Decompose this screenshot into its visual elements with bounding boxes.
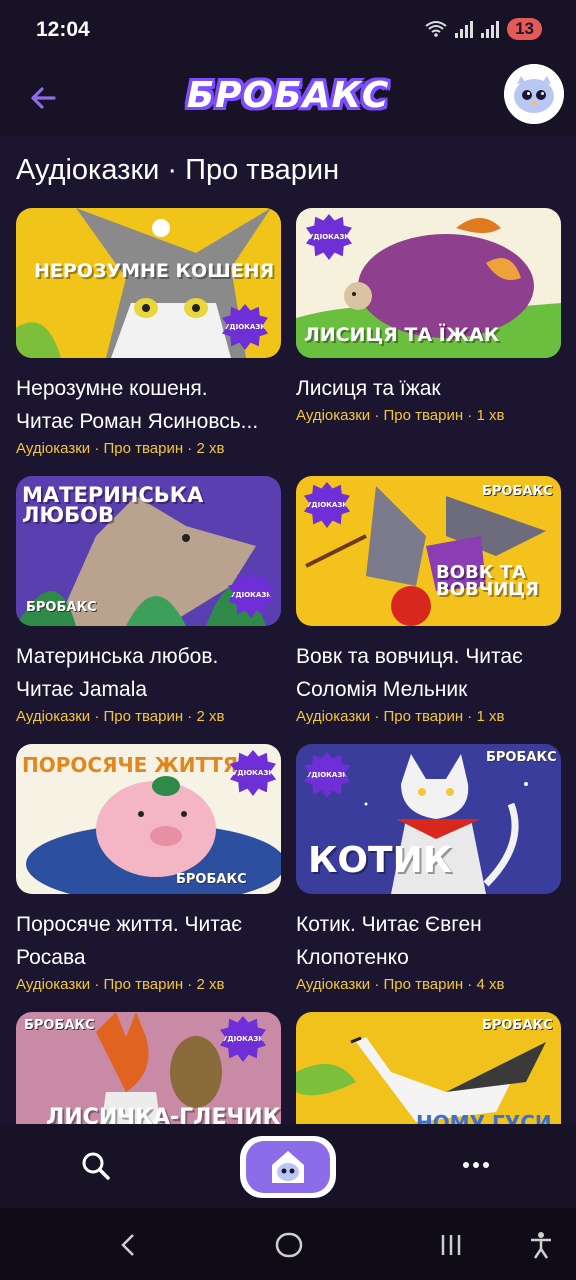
main-content[interactable]: Аудіоказки · Про тварин НЕРОЗУМНЕ КОШЕНЯ… bbox=[0, 136, 576, 1124]
story-cover[interactable]: БРОБАКС НОМУ ГУСИ bbox=[296, 1012, 561, 1124]
system-back-icon[interactable] bbox=[114, 1230, 144, 1260]
cover-title: ПОРОСЯЧЕ ЖИТТЯ bbox=[22, 753, 239, 777]
card-title-line: Читає Jamala bbox=[16, 678, 148, 701]
battery-indicator: 13 bbox=[507, 18, 542, 40]
signal-icon bbox=[455, 20, 474, 38]
more-button[interactable] bbox=[463, 1162, 489, 1168]
story-card[interactable]: БРОБАКС НОМУ ГУСИ bbox=[296, 1012, 561, 1124]
card-meta: Аудіоказки · Про тварин · 2 хв bbox=[16, 976, 225, 993]
story-card[interactable]: БРОБАКС АУДІОКАЗКА ЛИСИЧКА-ГЛЕЧИК bbox=[16, 1012, 281, 1124]
brand-mark: БРОБАКС bbox=[482, 484, 553, 499]
status-time: 12:04 bbox=[36, 18, 90, 41]
story-card[interactable]: АУДІОКАЗКА ЛИСИЦЯ ТА ЇЖАК Лисиця та їжак… bbox=[296, 208, 561, 424]
cover-title: НЕРОЗУМНЕ КОШЕНЯ bbox=[34, 260, 275, 282]
card-title-line: Вовк та вовчиця. Читає bbox=[296, 645, 523, 668]
card-title-line: Нерозумне кошеня. bbox=[16, 377, 208, 400]
search-icon bbox=[82, 1152, 110, 1180]
card-meta: Аудіоказки · Про тварин · 2 хв bbox=[16, 440, 225, 457]
card-meta: Аудіоказки · Про тварин · 2 хв bbox=[16, 708, 225, 725]
card-title: Нерозумне кошеня. Читає Роман Ясиновсь..… bbox=[16, 372, 284, 438]
system-home-icon[interactable] bbox=[274, 1230, 304, 1260]
bottom-nav bbox=[0, 1124, 576, 1208]
card-title-line: Росава bbox=[16, 946, 86, 969]
cover-title: ЛИСИЧКА-ГЛЕЧИК bbox=[46, 1105, 281, 1124]
brand-mark: БРОБАКС bbox=[24, 1018, 95, 1033]
arrow-left-icon bbox=[31, 87, 56, 109]
card-title-line: Соломія Мельник bbox=[296, 678, 468, 701]
story-cover[interactable]: БРОБАКС АУДІОКАЗКА ЛИСИЧКА-ГЛЕЧИК bbox=[16, 1012, 281, 1124]
cover-title: МАТЕРИНСЬКА ЛЮБОВ bbox=[22, 483, 204, 527]
brand-mark: БРОБАКС bbox=[26, 600, 97, 615]
story-card[interactable]: МАТЕРИНСЬКА ЛЮБОВ БРОБАКС АУДІОКАЗКА Мат… bbox=[16, 476, 281, 725]
card-title-line: Читає Роман Ясиновсь... bbox=[16, 410, 259, 433]
home-button[interactable] bbox=[240, 1136, 336, 1198]
story-cover[interactable]: МАТЕРИНСЬКА ЛЮБОВ БРОБАКС АУДІОКАЗКА bbox=[16, 476, 281, 626]
system-recents-icon[interactable] bbox=[436, 1230, 466, 1260]
status-bar: 12:04 13 bbox=[0, 0, 576, 62]
back-button[interactable] bbox=[24, 78, 64, 118]
brand-mark: БРОБАКС bbox=[482, 1018, 553, 1033]
card-title: Вовк та вовчиця. Читає Соломія Мельник bbox=[296, 640, 564, 706]
story-cover[interactable]: НЕРОЗУМНЕ КОШЕНЯ АУДІОКАЗКА bbox=[16, 208, 281, 358]
story-card[interactable]: ПОРОСЯЧЕ ЖИТТЯ АУДІОКАЗКА БРОБАКС Порося… bbox=[16, 744, 281, 993]
app-header: БРОБАКС bbox=[0, 62, 576, 136]
signal-icon-2 bbox=[481, 20, 500, 38]
home-icon-bg bbox=[246, 1141, 330, 1193]
search-button[interactable] bbox=[78, 1148, 114, 1184]
wifi-icon bbox=[425, 21, 447, 37]
story-card[interactable]: НЕРОЗУМНЕ КОШЕНЯ АУДІОКАЗКА Нерозумне ко… bbox=[16, 208, 281, 457]
cover-title: ВОВК ТА ВОВЧИЦЯ bbox=[436, 562, 539, 601]
brand-mark: БРОБАКС bbox=[486, 750, 557, 765]
accessibility-icon[interactable] bbox=[526, 1230, 556, 1260]
card-title-line: Материнська любов. bbox=[16, 645, 219, 668]
page-title: Аудіоказки · Про тварин bbox=[16, 154, 340, 186]
card-meta: Аудіоказки · Про тварин · 1 хв bbox=[296, 708, 505, 725]
card-title-line: Лисиця та їжак bbox=[296, 377, 441, 400]
card-meta: Аудіоказки · Про тварин · 4 хв bbox=[296, 976, 505, 993]
card-title-line: Котик. Читає Євген bbox=[296, 913, 482, 936]
card-title: Котик. Читає Євген Клопотенко bbox=[296, 908, 564, 974]
story-card[interactable]: АУДІОКАЗКА БРОБАКС КОТИК Котик. Читає Єв… bbox=[296, 744, 561, 993]
story-cover[interactable]: ПОРОСЯЧЕ ЖИТТЯ АУДІОКАЗКА БРОБАКС bbox=[16, 744, 281, 894]
card-title-line: Поросяче життя. Читає bbox=[16, 913, 243, 936]
story-cover[interactable]: АУДІОКАЗКА ЛИСИЦЯ ТА ЇЖАК bbox=[296, 208, 561, 358]
more-dots-icon bbox=[473, 1162, 479, 1168]
system-nav-bar bbox=[0, 1208, 576, 1280]
card-title: Материнська любов. Читає Jamala bbox=[16, 640, 284, 706]
story-card[interactable]: АУДІОКАЗКА БРОБАКС ВОВК ТА ВОВЧИЦЯ Вовк … bbox=[296, 476, 561, 725]
story-cover[interactable]: АУДІОКАЗКА БРОБАКС КОТИК bbox=[296, 744, 561, 894]
brand-mark: БРОБАКС bbox=[176, 872, 247, 887]
card-title-line: Клопотенко bbox=[296, 946, 409, 969]
cover-title: НОМУ ГУСИ bbox=[416, 1111, 552, 1124]
cover-title: ЛИСИЦЯ ТА ЇЖАК bbox=[304, 324, 500, 346]
logo-text: БРОБАКС bbox=[186, 74, 390, 116]
more-dots-icon bbox=[483, 1162, 489, 1168]
app-logo: БРОБАКС bbox=[187, 70, 389, 120]
card-title: Поросяче життя. Читає Росава bbox=[16, 908, 284, 974]
more-dots-icon bbox=[463, 1162, 469, 1168]
avatar[interactable] bbox=[504, 64, 564, 124]
home-icon bbox=[272, 1151, 304, 1183]
story-cover[interactable]: АУДІОКАЗКА БРОБАКС ВОВК ТА ВОВЧИЦЯ bbox=[296, 476, 561, 626]
status-icons: 13 bbox=[425, 18, 542, 40]
cover-title: КОТИК bbox=[308, 840, 453, 881]
card-title: Лисиця та їжак bbox=[296, 372, 564, 405]
owl-avatar-icon bbox=[504, 64, 564, 124]
card-meta: Аудіоказки · Про тварин · 1 хв bbox=[296, 407, 505, 424]
